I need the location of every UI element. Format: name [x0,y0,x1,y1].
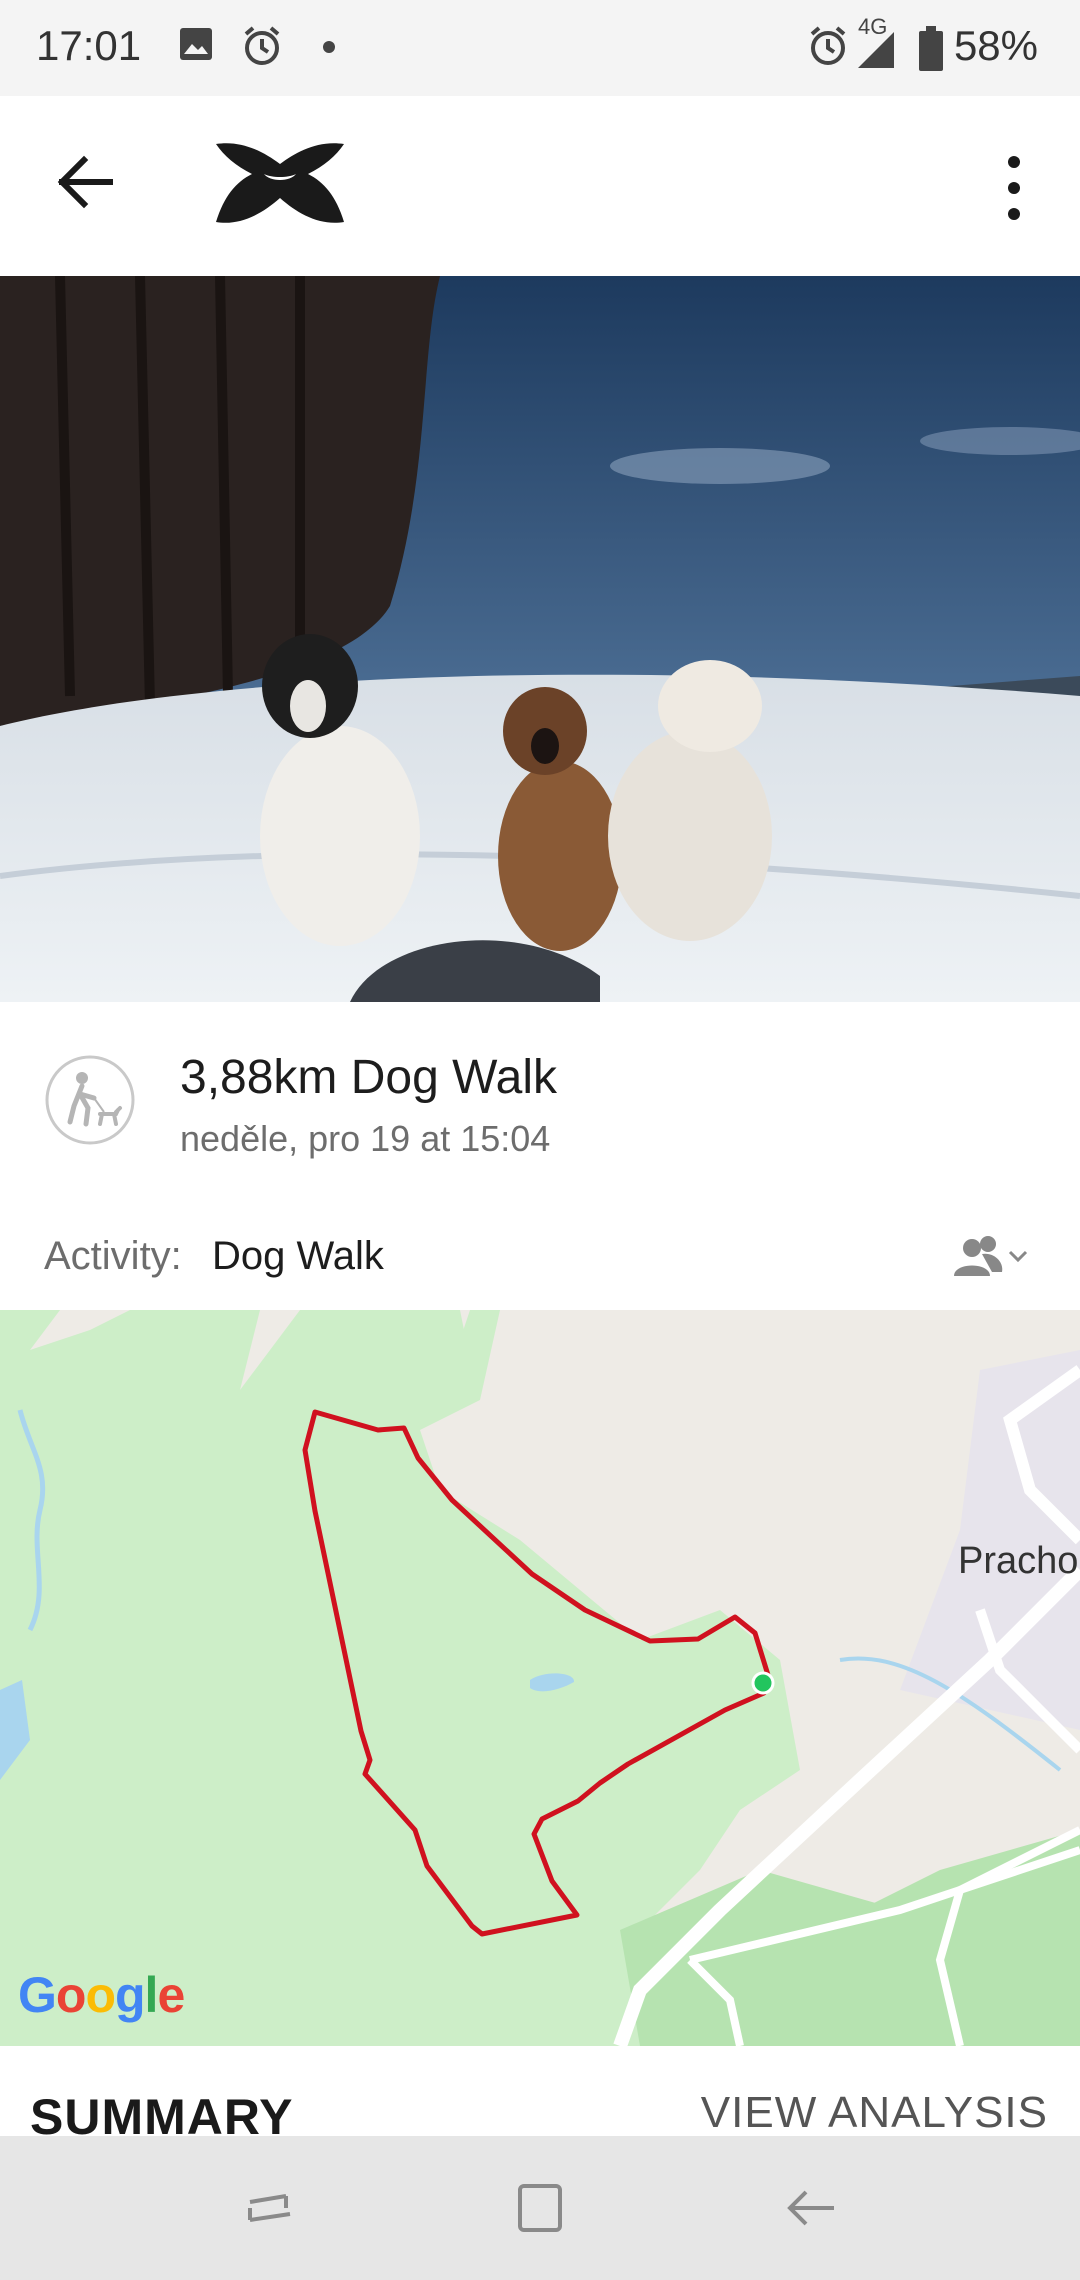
battery-percent: 58% [953,22,1038,69]
dog-walk-icon [45,1055,135,1145]
more-vert-icon[interactable] [990,148,1038,228]
friends-privacy-icon[interactable] [950,1232,1030,1286]
activity-row[interactable]: Activity: Dog Walk [0,1206,1080,1310]
battery-icon [919,26,943,71]
app-bar [0,96,1080,276]
dot-icon [323,41,335,53]
route-map[interactable] [0,1310,1080,2046]
status-bar: 17:01 4G 58% [0,0,1080,96]
google-logo: Google [18,1967,185,2023]
under-armour-logo [216,143,344,223]
workout-title: 3,88km Dog Walk [180,1051,558,1104]
alarm-icon [810,26,846,65]
back-arrow-icon[interactable] [48,146,120,218]
recents-icon[interactable] [240,2178,300,2238]
view-analysis-button[interactable]: VIEW ANALYSIS [701,2088,1048,2138]
map-place-label: Pracho [958,1540,1079,1582]
alarm-icon [244,26,280,65]
activity-label: Activity: [44,1234,182,1278]
signal-icon [858,32,894,68]
start-marker [751,1671,775,1695]
system-nav-bar [0,2136,1080,2280]
image-icon [180,28,212,60]
home-icon[interactable] [510,2178,570,2238]
activity-value: Dog Walk [212,1234,384,1278]
workout-date: neděle, pro 19 at 15:04 [180,1118,551,1159]
dogs-in-snow-image [0,276,1080,1002]
status-time: 17:01 [36,22,142,69]
map-canvas [0,1310,1080,2046]
back-nav-icon[interactable] [780,2178,840,2238]
workout-photo[interactable] [0,276,1080,1002]
